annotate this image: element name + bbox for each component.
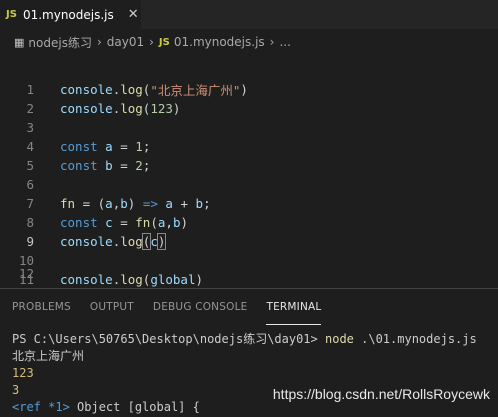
code-token: 123 [150, 101, 173, 116]
editor-tab-bar: JS 01.mynodejs.js ✕ [0, 0, 498, 29]
code-line[interactable]: 4 const a = 1; [0, 137, 498, 156]
code-line[interactable]: 2 console. log(123) [0, 99, 498, 118]
javascript-file-icon: JS [158, 36, 170, 48]
tab-problems[interactable]: PROBLEMS [12, 289, 71, 325]
code-token: log [120, 101, 143, 116]
javascript-file-icon: JS [6, 9, 17, 20]
code-line[interactable]: 7 fn = (a, b) => a + b; [0, 194, 498, 213]
code-line[interactable]: 5 const b = 2; [0, 156, 498, 175]
code-token: ; [203, 196, 211, 211]
code-token: ( [150, 215, 158, 230]
line-number: 9 [26, 234, 34, 249]
terminal-command: node [325, 332, 354, 346]
code-token: b [120, 196, 128, 211]
code-token: a [105, 139, 113, 154]
terminal-args: .\01.mynodejs.js [353, 332, 477, 346]
panel-tab-bar: PROBLEMS OUTPUT DEBUG CONSOLE TERMINAL [0, 289, 498, 325]
bracket-match: ) [156, 233, 167, 250]
code-token: ; [142, 139, 151, 154]
code-editor[interactable]: 1 console. log("北京上海广州") 2 console. log(12… [0, 74, 498, 287]
code-token: = [112, 215, 136, 230]
code-token: = [112, 158, 136, 173]
breadcrumb-item-day[interactable]: day01 [107, 35, 144, 49]
code-token: . [112, 234, 121, 249]
code-token: ) [240, 82, 248, 97]
terminal-ref-token: <ref *1> [12, 400, 70, 414]
tab-output[interactable]: OUTPUT [90, 289, 134, 325]
tab-label: 01.mynodejs.js [22, 7, 114, 22]
code-line-current[interactable]: 9 console. log(c) [0, 232, 498, 251]
code-line[interactable]: 1 console. log("北京上海广州") [0, 80, 498, 99]
breadcrumb-item-folder[interactable]: nodejs练习 [28, 34, 92, 51]
terminal-prompt: PS C:\Users\50765\Desktop\nodejs练习\day01… [12, 332, 325, 346]
code-token: fn [135, 215, 151, 230]
code-token: a [157, 215, 166, 230]
code-token: ; [142, 158, 151, 173]
code-token: log [120, 82, 143, 97]
code-token: c [150, 234, 158, 249]
code-token: = [112, 139, 136, 154]
code-token: ) [172, 101, 181, 116]
code-token: . [112, 82, 121, 97]
code-token: . [112, 101, 121, 116]
terminal-output-line: 北京上海广州 [12, 349, 85, 363]
terminal-command-line: PS C:\Users\50765\Desktop\nodejs练习\day01… [12, 331, 498, 348]
code-token: console [60, 82, 113, 97]
tab-debug-console[interactable]: DEBUG CONSOLE [153, 289, 248, 325]
code-token: + [172, 196, 196, 211]
line-number: 6 [26, 177, 34, 192]
code-token: = ( [75, 196, 106, 211]
code-token: a [105, 196, 113, 211]
code-line[interactable]: 6 [0, 175, 498, 194]
code-token: const [60, 139, 98, 154]
breadcrumb-item-file[interactable]: 01.mynodejs.js [174, 35, 265, 49]
code-token: 1 [135, 139, 143, 154]
code-token: => [142, 196, 158, 211]
chevron-right-icon: › [96, 35, 102, 49]
code-token: ( [142, 101, 151, 116]
line-number: 3 [26, 120, 34, 135]
breadcrumb-item-symbol[interactable]: ... [279, 35, 290, 49]
line-number: 5 [26, 158, 34, 173]
tab-file[interactable]: JS 01.mynodejs.js ✕ [0, 0, 141, 29]
code-token: const [60, 158, 98, 173]
code-token: 2 [135, 158, 143, 173]
terminal-output[interactable]: PS C:\Users\50765\Desktop\nodejs练习\day01… [12, 331, 498, 416]
code-line[interactable]: 8 const c = fn(a, b) [0, 213, 498, 232]
bracket-match: ( [141, 233, 152, 250]
code-token: a [157, 196, 173, 211]
code-token: b [172, 215, 181, 230]
terminal-output-line: 123 [12, 366, 34, 380]
line-number: 8 [26, 215, 34, 230]
code-token: console [60, 101, 113, 116]
code-token: c [105, 215, 113, 230]
line-number: 1 [26, 82, 34, 97]
code-token: const [60, 215, 98, 230]
code-line[interactable]: 3 [0, 118, 498, 137]
code-line[interactable]: 12 [0, 264, 498, 283]
line-number: 12 [18, 266, 34, 281]
chevron-right-icon: › [149, 35, 154, 49]
code-token: ) [180, 215, 188, 230]
code-token: "北京上海广州" [150, 83, 241, 98]
line-number: 7 [26, 196, 34, 211]
chevron-right-icon: › [269, 35, 275, 49]
code-token: ( [142, 82, 151, 97]
watermark: https://blog.csdn.net/RollsRoycewk [272, 386, 490, 402]
close-icon[interactable]: ✕ [128, 7, 139, 22]
line-number: 4 [26, 139, 34, 154]
breadcrumb: ▦ nodejs练习 › day01 › JS 01.mynodejs.js ›… [0, 29, 498, 55]
code-token: , [165, 215, 173, 230]
tab-terminal[interactable]: TERMINAL [266, 289, 322, 325]
code-token: fn [60, 196, 76, 211]
terminal-object-text: Object [global] { [69, 400, 200, 414]
code-token: b [195, 196, 204, 211]
code-token: console [60, 234, 113, 249]
code-token: log [120, 234, 143, 249]
code-token: , [112, 196, 121, 211]
folder-icon: ▦ [14, 35, 25, 49]
line-number: 2 [26, 101, 34, 116]
code-token: b [105, 158, 113, 173]
code-token: ) [127, 196, 143, 211]
